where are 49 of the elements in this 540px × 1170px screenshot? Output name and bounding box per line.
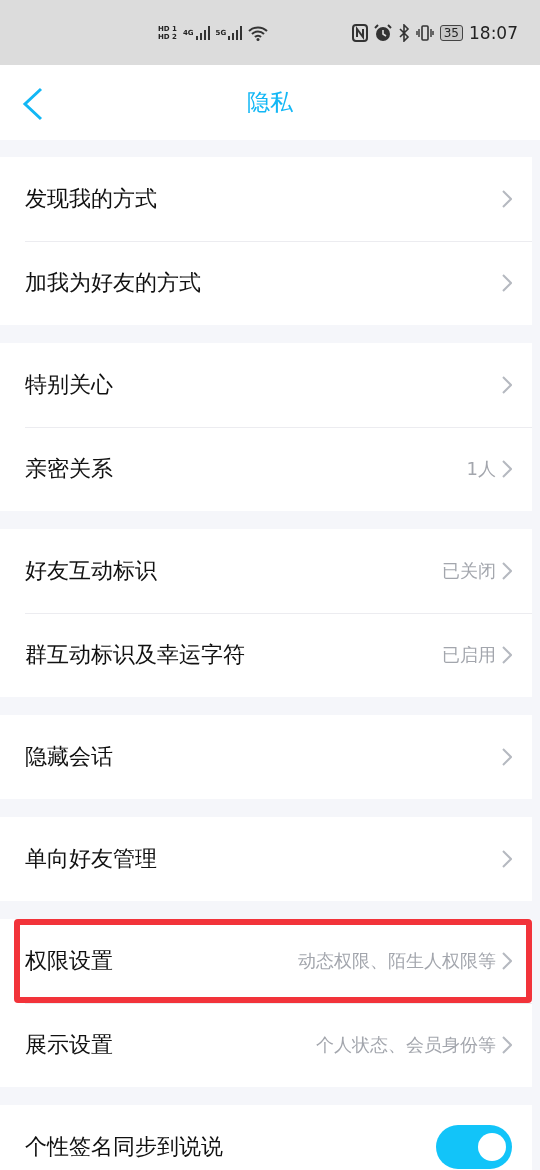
chevron-icon bbox=[502, 850, 512, 868]
toggle-switch[interactable] bbox=[436, 1125, 512, 1169]
chevron-icon bbox=[502, 748, 512, 766]
clock-time: 18:07 bbox=[469, 22, 518, 43]
chevron-icon bbox=[502, 190, 512, 208]
chevron-icon bbox=[502, 274, 512, 292]
settings-row[interactable]: 特别关心 bbox=[0, 343, 532, 427]
back-icon[interactable] bbox=[22, 87, 44, 121]
settings-row[interactable]: 权限设置 动态权限、陌生人权限等 bbox=[0, 919, 532, 1003]
nfc-icon bbox=[351, 23, 368, 42]
settings-row[interactable]: 好友互动标识 已关闭 bbox=[0, 529, 532, 613]
row-value: 已关闭 bbox=[442, 559, 496, 583]
chevron-icon bbox=[502, 376, 512, 394]
vibrate-icon bbox=[415, 23, 434, 42]
row-value: 1人 bbox=[466, 457, 496, 481]
row-label: 群互动标识及幸运字符 bbox=[25, 641, 246, 669]
settings-row[interactable]: 亲密关系 1人 bbox=[0, 427, 532, 511]
signal-icon bbox=[228, 25, 243, 40]
settings-row[interactable]: 单向好友管理 bbox=[0, 817, 532, 901]
settings-row[interactable]: 隐藏会话 bbox=[0, 715, 532, 799]
chevron-icon bbox=[502, 646, 512, 664]
row-value: 动态权限、陌生人权限等 bbox=[298, 949, 496, 973]
chevron-icon bbox=[502, 562, 512, 580]
bluetooth-icon bbox=[397, 23, 410, 42]
settings-row[interactable]: 发现我的方式 bbox=[0, 157, 532, 241]
row-label: 隐藏会话 bbox=[25, 743, 114, 771]
wifi-icon bbox=[248, 24, 269, 41]
settings-row[interactable]: 群互动标识及幸运字符 已启用 bbox=[0, 613, 532, 697]
row-value: 已启用 bbox=[442, 643, 496, 667]
row-label: 亲密关系 bbox=[25, 455, 114, 483]
row-label: 个性签名同步到说说 bbox=[25, 1133, 224, 1161]
signal-icon bbox=[195, 25, 210, 40]
chevron-icon bbox=[502, 952, 512, 970]
chevron-icon bbox=[502, 460, 512, 478]
row-label: 特别关心 bbox=[25, 371, 114, 399]
alarm-icon bbox=[373, 23, 392, 42]
row-label: 展示设置 bbox=[25, 1031, 114, 1059]
row-label: 好友互动标识 bbox=[25, 557, 158, 585]
row-label: 权限设置 bbox=[25, 947, 114, 975]
row-value: 个人状态、会员身份等 bbox=[316, 1033, 496, 1057]
battery-level: 35 bbox=[439, 24, 463, 41]
settings-row[interactable]: 个性签名同步到说说 bbox=[0, 1105, 532, 1170]
row-label: 单向好友管理 bbox=[25, 845, 158, 873]
row-label: 发现我的方式 bbox=[25, 185, 158, 213]
settings-row[interactable]: 加我为好友的方式 bbox=[0, 241, 532, 325]
row-label: 加我为好友的方式 bbox=[25, 269, 202, 297]
page-title: 隐私 bbox=[247, 88, 293, 117]
settings-row[interactable]: 展示设置 个人状态、会员身份等 bbox=[0, 1003, 532, 1087]
chevron-icon bbox=[502, 1036, 512, 1054]
